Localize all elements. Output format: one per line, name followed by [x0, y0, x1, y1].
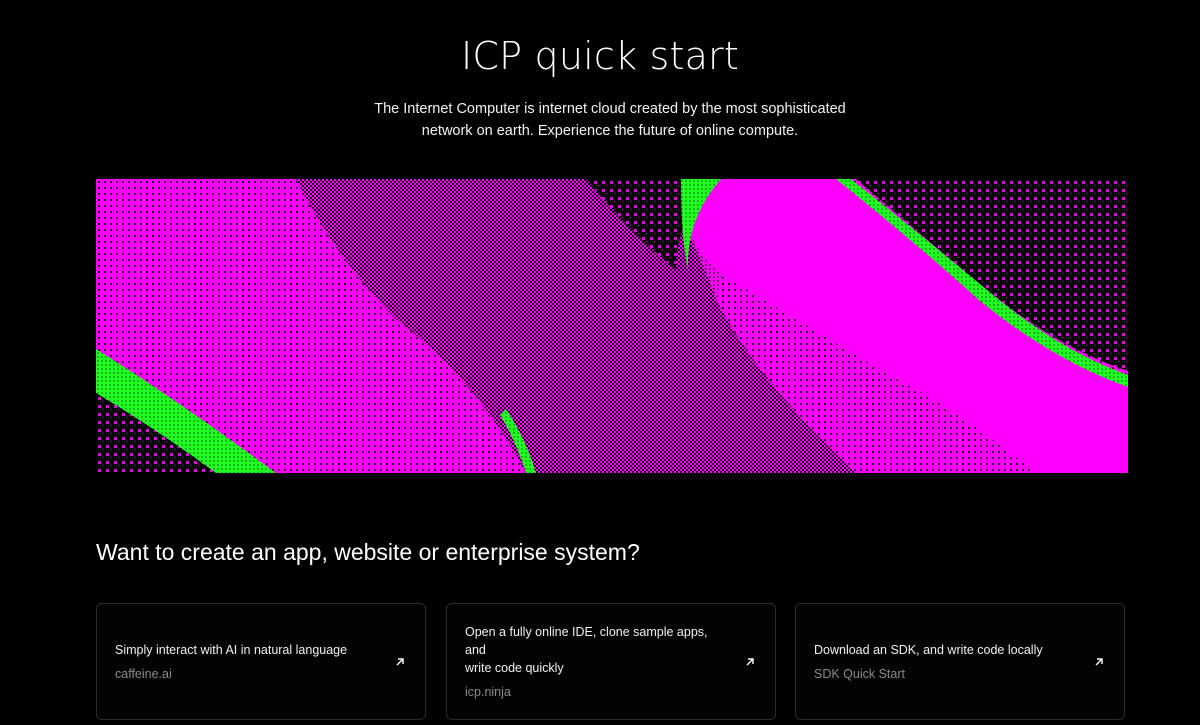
- card-link-label: icp.ninja: [465, 684, 511, 699]
- arrow-up-right-icon: [396, 657, 404, 665]
- card-description: Download an SDK, and write code locally: [814, 642, 1043, 657]
- hero-pixel-art: [96, 179, 1128, 473]
- arrow-up-right-icon: [746, 657, 754, 665]
- intro-text: The Internet Computer is internet cloud …: [330, 98, 890, 142]
- card-description-line-2: write code quickly: [465, 660, 564, 675]
- arrow-up-right-icon: [1095, 657, 1103, 665]
- card-description-line-1: Open a fully online IDE, clone sample ap…: [465, 624, 708, 657]
- card-icp-ninja[interactable]: Open a fully online IDE, clone sample ap…: [446, 603, 776, 720]
- card-link-label: caffeine.ai: [115, 666, 172, 681]
- card-body: Download an SDK, and write code locally …: [814, 641, 1064, 683]
- card-sdk[interactable]: Download an SDK, and write code locally …: [795, 603, 1125, 720]
- card-body: Open a fully online IDE, clone sample ap…: [465, 623, 715, 701]
- page: ICP quick start The Internet Computer is…: [0, 0, 1200, 725]
- intro-line-1: The Internet Computer is internet cloud …: [374, 101, 846, 117]
- section-heading: Want to create an app, website or enterp…: [96, 539, 640, 565]
- card-link-label: SDK Quick Start: [814, 666, 905, 681]
- hero-artwork: [96, 179, 1128, 473]
- intro-line-2: network on earth. Experience the future …: [421, 123, 799, 139]
- page-title: ICP quick start: [461, 34, 739, 78]
- card-caffeine[interactable]: Simply interact with AI in natural langu…: [96, 603, 426, 720]
- card-body: Simply interact with AI in natural langu…: [115, 641, 365, 683]
- card-description: Simply interact with AI in natural langu…: [115, 642, 348, 657]
